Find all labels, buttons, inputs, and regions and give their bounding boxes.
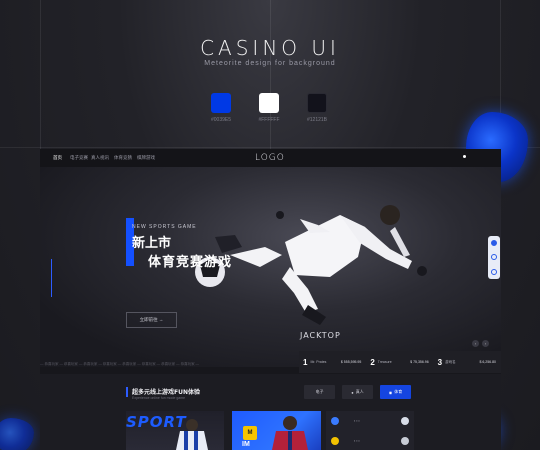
im-sports-card[interactable]: M IM xyxy=(232,411,321,450)
jackpot-item: 3 游戏名 $ 6,256.80 xyxy=(434,358,501,367)
go-now-button[interactable]: 立即前往 → xyxy=(126,312,177,328)
jackpot-title: JACKTOP xyxy=(300,331,341,340)
nav-item-esports[interactable]: 电子竞赛 xyxy=(70,155,88,161)
team-badge-icon xyxy=(331,437,339,445)
tab-label: 体育 xyxy=(394,389,403,394)
hero-banner: NEW SPORTS GAME 新上市 体育竞赛游戏 立即前往 → JACKTO… xyxy=(40,167,501,367)
nav-item-chess[interactable]: 棋牌游戏 xyxy=(137,155,155,161)
match-card[interactable]: ▪ ▪ ▪ ▪ ▪ ▪ xyxy=(326,411,414,450)
jackpot-value: $ 6,256.80 xyxy=(479,360,496,364)
jackpot-item: 1 Mr. Prates $ 555,595.95 xyxy=(299,358,366,367)
swatch-dark-label: #12121B xyxy=(306,117,328,123)
guide-line-top xyxy=(0,147,540,148)
swatch-blue xyxy=(211,93,231,113)
odds-text: ▪ ▪ ▪ xyxy=(354,439,360,443)
tab-label: 真人 xyxy=(355,389,364,394)
team-badge-icon xyxy=(331,417,339,425)
sport-player-illustration xyxy=(176,419,208,450)
jackpot-next-button[interactable]: › xyxy=(482,340,489,347)
banner-tag: NEW SPORTS GAME xyxy=(132,224,197,230)
meteorite-rock-bottom-left xyxy=(0,418,34,450)
tab-label: 电子 xyxy=(315,389,324,394)
nav-item-sports[interactable]: 体育竞猜 xyxy=(114,155,132,161)
floating-toolbar xyxy=(488,236,500,279)
share-icon[interactable] xyxy=(491,268,497,275)
chat-icon[interactable] xyxy=(491,254,497,261)
im-player-illustration xyxy=(272,416,308,450)
casino-site-mockup: 首页 电子竞赛 真人视讯 体育竞猜 棋牌游戏 LOGO NEW SPORTS G… xyxy=(40,149,501,450)
sport-card[interactable]: SPORT xyxy=(126,411,224,450)
tab-slots[interactable]: 电子 xyxy=(304,385,335,399)
jackpot-rank: 3 xyxy=(437,357,443,367)
jackpot-name: 游戏名 xyxy=(445,359,456,364)
top-nav: 首页 电子竞赛 真人视讯 体育竞猜 棋牌游戏 LOGO xyxy=(40,149,501,167)
jackpot-item: 2 Treasure $ 75,356.96 xyxy=(366,358,433,367)
swatch-white-label: #FFFFFF xyxy=(258,117,280,123)
jackpot-rank: 1 xyxy=(303,357,308,367)
tab-sports[interactable]: ◉ 体育 xyxy=(380,385,411,399)
games-section: 超多元线上游戏FUN体验 Experience online fun mode … xyxy=(40,374,501,450)
swatch-dark xyxy=(307,93,327,113)
user-icon: ● xyxy=(351,389,354,395)
nav-item-live[interactable]: 真人视讯 xyxy=(91,155,109,161)
winner-ticker: — 恭喜玩家 — 恭喜玩家 — 恭喜玩家 — 恭喜玩家 — 恭喜玩家 — 恭喜玩… xyxy=(40,362,200,366)
swatch-white xyxy=(259,93,279,113)
banner-headline-2: 体育竞赛游戏 xyxy=(148,255,233,270)
page-title: CASINO UI xyxy=(200,36,340,60)
section-title: 超多元线上游戏FUN体验 xyxy=(132,389,200,396)
jackpot-value: $ 555,595.95 xyxy=(340,360,362,364)
jackpot-prev-button[interactable]: ‹ xyxy=(472,340,479,347)
jackpot-name: Treasure xyxy=(377,360,392,364)
jackpot-board: 1 Mr. Prates $ 555,595.95 2 Treasure $ 7… xyxy=(299,351,501,373)
team-badge-icon xyxy=(401,417,409,425)
page-subtitle: Meteorite design for background xyxy=(204,60,336,67)
team-badge-icon xyxy=(401,437,409,445)
section-accent-bar xyxy=(126,387,128,397)
nav-item-home[interactable]: 首页 xyxy=(53,155,62,161)
ball-icon: ◉ xyxy=(388,389,393,395)
swatch-blue-label: #0039E5 xyxy=(210,117,232,123)
jackpot-value: $ 75,356.96 xyxy=(410,360,429,364)
nav-user-dot[interactable] xyxy=(463,155,466,158)
odds-text: ▪ ▪ ▪ xyxy=(354,419,360,423)
jackpot-rank: 2 xyxy=(370,357,375,367)
tab-live[interactable]: ● 真人 xyxy=(342,385,373,399)
banner-side-indicator xyxy=(51,259,52,297)
support-icon[interactable] xyxy=(491,240,497,247)
banner-headline-1: 新上市 xyxy=(132,236,172,251)
logo[interactable]: LOGO xyxy=(255,153,285,163)
jackpot-name: Mr. Prates xyxy=(310,360,327,364)
section-subtitle: Experience online fun mode game xyxy=(132,396,186,400)
